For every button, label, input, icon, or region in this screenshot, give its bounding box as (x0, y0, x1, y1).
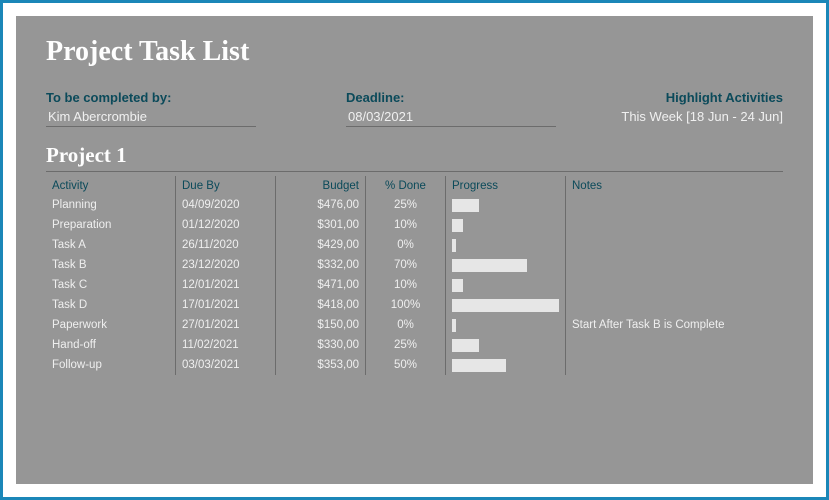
progress-bar (452, 239, 456, 252)
cell-pct-done: 25% (366, 335, 446, 355)
task-table: Activity Due By Budget % Done Progress N… (46, 176, 783, 375)
cell-due-by: 17/01/2021 (176, 295, 276, 315)
headline-row: To be completed by: Kim Abercrombie Dead… (46, 90, 783, 127)
col-pct-done: % Done (366, 176, 446, 195)
cell-due-by: 26/11/2020 (176, 235, 276, 255)
cell-notes: Start After Task B is Complete (566, 315, 783, 335)
cell-progress (446, 255, 566, 275)
cell-due-by: 04/09/2020 (176, 195, 276, 215)
cell-pct-done: 25% (366, 195, 446, 215)
cell-progress (446, 355, 566, 375)
col-budget: Budget (276, 176, 366, 195)
progress-bar (452, 339, 479, 352)
project-heading: Project 1 (46, 143, 783, 172)
progress-bar (452, 299, 559, 312)
progress-bar (452, 279, 463, 292)
cell-pct-done: 10% (366, 275, 446, 295)
completed-by-label: To be completed by: (46, 90, 346, 105)
cell-budget: $429,00 (276, 235, 366, 255)
deadline-label: Deadline: (346, 90, 566, 105)
cell-progress (446, 315, 566, 335)
cell-budget: $471,00 (276, 275, 366, 295)
cell-due-by: 12/01/2021 (176, 275, 276, 295)
cell-activity: Preparation (46, 215, 176, 235)
cell-pct-done: 10% (366, 215, 446, 235)
progress-bar (452, 319, 456, 332)
cell-progress (446, 275, 566, 295)
progress-bar (452, 359, 506, 372)
cell-progress (446, 195, 566, 215)
document-sheet: Project Task List To be completed by: Ki… (16, 16, 813, 484)
cell-budget: $353,00 (276, 355, 366, 375)
progress-bar (452, 199, 479, 212)
cell-notes (566, 275, 783, 295)
progress-bar (452, 219, 463, 232)
cell-activity: Task B (46, 255, 176, 275)
cell-notes (566, 215, 783, 235)
cell-budget: $330,00 (276, 335, 366, 355)
highlight-label: Highlight Activities (666, 90, 783, 105)
highlight-block: Highlight Activities This Week [18 Jun -… (566, 90, 783, 127)
cell-notes (566, 335, 783, 355)
cell-progress (446, 215, 566, 235)
cell-progress (446, 235, 566, 255)
cell-budget: $332,00 (276, 255, 366, 275)
completed-by-value[interactable]: Kim Abercrombie (46, 109, 256, 127)
cell-budget: $150,00 (276, 315, 366, 335)
cell-budget: $301,00 (276, 215, 366, 235)
cell-progress (446, 295, 566, 315)
cell-notes (566, 195, 783, 215)
cell-notes (566, 295, 783, 315)
cell-pct-done: 0% (366, 235, 446, 255)
cell-notes (566, 235, 783, 255)
page-title: Project Task List (46, 36, 783, 68)
cell-pct-done: 100% (366, 295, 446, 315)
cell-activity: Hand-off (46, 335, 176, 355)
cell-activity: Paperwork (46, 315, 176, 335)
completed-by-block: To be completed by: Kim Abercrombie (46, 90, 346, 127)
cell-due-by: 23/12/2020 (176, 255, 276, 275)
cell-pct-done: 50% (366, 355, 446, 375)
cell-activity: Task A (46, 235, 176, 255)
cell-activity: Planning (46, 195, 176, 215)
cell-notes (566, 355, 783, 375)
cell-progress (446, 335, 566, 355)
progress-bar (452, 259, 527, 272)
col-progress: Progress (446, 176, 566, 195)
cell-activity: Follow-up (46, 355, 176, 375)
cell-notes (566, 255, 783, 275)
cell-pct-done: 70% (366, 255, 446, 275)
cell-pct-done: 0% (366, 315, 446, 335)
col-due-by: Due By (176, 176, 276, 195)
deadline-value[interactable]: 08/03/2021 (346, 109, 556, 127)
col-activity: Activity (46, 176, 176, 195)
deadline-block: Deadline: 08/03/2021 (346, 90, 566, 127)
col-notes: Notes (566, 176, 783, 195)
cell-activity: Task D (46, 295, 176, 315)
cell-budget: $418,00 (276, 295, 366, 315)
cell-budget: $476,00 (276, 195, 366, 215)
window-frame: Project Task List To be completed by: Ki… (0, 0, 829, 500)
cell-due-by: 03/03/2021 (176, 355, 276, 375)
cell-due-by: 01/12/2020 (176, 215, 276, 235)
cell-activity: Task C (46, 275, 176, 295)
cell-due-by: 11/02/2021 (176, 335, 276, 355)
highlight-value[interactable]: This Week [18 Jun - 24 Jun] (619, 109, 783, 126)
cell-due-by: 27/01/2021 (176, 315, 276, 335)
